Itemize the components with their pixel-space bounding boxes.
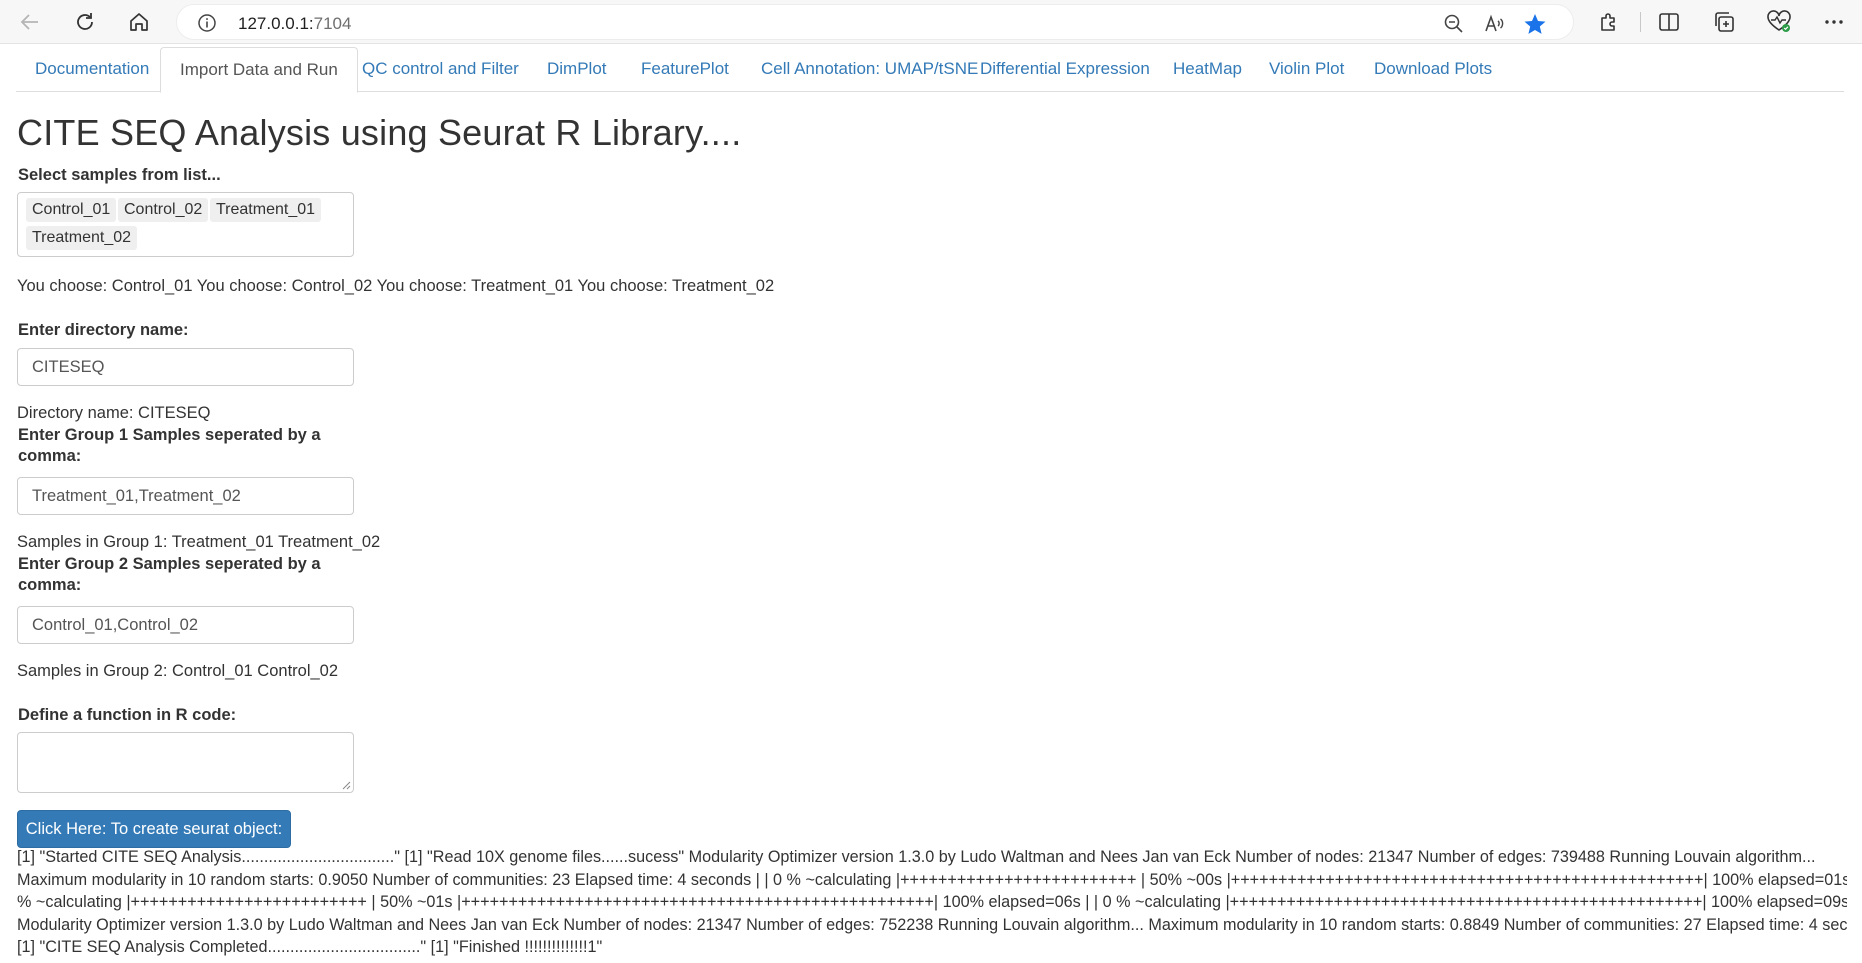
split-screen-icon bbox=[1659, 13, 1679, 31]
group2-label: Enter Group 2 Samples seperated by a com… bbox=[18, 554, 321, 596]
home-icon bbox=[130, 13, 148, 31]
group1-label: Enter Group 1 Samples seperated by a com… bbox=[18, 425, 321, 467]
browser-health-button[interactable] bbox=[1766, 9, 1792, 35]
address-bar[interactable]: 127.0.0.1:7104 bbox=[176, 4, 1574, 40]
group1-summary: Samples in Group 1: Treatment_01 Treatme… bbox=[17, 533, 381, 551]
tab-violin-plot[interactable]: Violin Plot bbox=[1250, 47, 1363, 92]
tab-featureplot[interactable]: FeaturePlot bbox=[622, 47, 748, 92]
log-line: [1] "Started CITE SEQ Analysis..........… bbox=[17, 848, 1816, 866]
tab-qc-control-and-filter[interactable]: QC control and Filter bbox=[343, 47, 538, 92]
tab-cell-annotation[interactable]: Cell Annotation: UMAP/tSNE bbox=[742, 47, 997, 92]
browser-health-icon bbox=[1767, 10, 1791, 32]
directory-summary: Directory name: CITESEQ bbox=[17, 404, 211, 422]
group1-input[interactable] bbox=[17, 477, 354, 515]
sample-chip[interactable]: Treatment_02 bbox=[26, 226, 138, 250]
rcode-textarea[interactable] bbox=[17, 732, 354, 793]
info-icon[interactable] bbox=[197, 13, 217, 33]
group1-label-line1: Enter Group 1 Samples seperated by a bbox=[18, 426, 321, 444]
split-screen-button[interactable] bbox=[1656, 9, 1682, 35]
read-aloud-icon bbox=[1485, 14, 1504, 32]
navigation-tabs: Documentation Import Data and Run QC con… bbox=[16, 47, 1844, 93]
tab-dimplot[interactable]: DimPlot bbox=[528, 47, 626, 92]
group2-summary: Samples in Group 2: Control_01 Control_0… bbox=[17, 662, 339, 680]
zoom-out-icon bbox=[1444, 14, 1463, 33]
group1-label-line2: comma: bbox=[18, 447, 82, 465]
address-url[interactable]: 127.0.0.1:7104 bbox=[238, 14, 351, 34]
tab-differential-expression[interactable]: Differential Expression bbox=[961, 47, 1169, 92]
arrow-left-icon bbox=[20, 14, 38, 30]
sample-chip[interactable]: Treatment_01 bbox=[210, 198, 322, 222]
samples-summary: You choose: Control_01 You choose: Contr… bbox=[17, 277, 775, 295]
puzzle-icon bbox=[1601, 13, 1615, 31]
read-aloud-button[interactable] bbox=[1482, 12, 1506, 36]
log-line: % ~calculating |++++++++++++++++++++++++… bbox=[17, 893, 1847, 911]
home-button[interactable] bbox=[124, 7, 154, 37]
create-seurat-object-button[interactable]: Click Here: To create seurat object: bbox=[17, 810, 291, 848]
tab-documentation[interactable]: Documentation bbox=[16, 47, 168, 92]
analysis-log-output: [1] "Started CITE SEQ Analysis..........… bbox=[17, 846, 1847, 959]
directory-input[interactable] bbox=[17, 348, 354, 386]
resize-grip-icon[interactable] bbox=[341, 780, 351, 790]
zoom-button[interactable] bbox=[1442, 12, 1466, 36]
samples-label: Select samples from list... bbox=[18, 166, 221, 184]
sample-chip[interactable]: Control_01 bbox=[26, 198, 117, 222]
url-host: 127.0.0.1: bbox=[238, 14, 314, 33]
group2-label-line1: Enter Group 2 Samples seperated by a bbox=[18, 555, 321, 573]
collections-button[interactable] bbox=[1711, 9, 1737, 35]
back-button[interactable] bbox=[15, 7, 45, 37]
url-port: 7104 bbox=[313, 14, 352, 33]
directory-label: Enter directory name: bbox=[18, 321, 189, 339]
group2-label-line2: comma: bbox=[18, 576, 82, 594]
rcode-label: Define a function in R code: bbox=[18, 706, 237, 724]
browser-toolbar: 127.0.0.1:7104 bbox=[0, 0, 1862, 44]
collections-icon bbox=[1715, 12, 1734, 32]
more-button[interactable] bbox=[1821, 9, 1847, 35]
star-icon bbox=[1524, 14, 1546, 34]
reload-icon bbox=[77, 13, 93, 30]
tab-download-plots[interactable]: Download Plots bbox=[1355, 47, 1511, 92]
log-line: Maximum modularity in 10 random starts: … bbox=[17, 870, 1847, 889]
sample-chip[interactable]: Control_02 bbox=[118, 198, 209, 222]
reload-button[interactable] bbox=[70, 7, 100, 37]
extensions-button[interactable] bbox=[1596, 9, 1622, 35]
log-line: Modularity Optimizer version 1.3.0 by Lu… bbox=[17, 915, 1847, 934]
toolbar-separator bbox=[1640, 12, 1641, 32]
favorite-button[interactable] bbox=[1523, 12, 1547, 36]
more-icon bbox=[1825, 20, 1843, 24]
samples-multiselect[interactable]: Control_01 Control_02 Treatment_01 Treat… bbox=[17, 192, 354, 257]
page-title: CITE SEQ Analysis using Seurat R Library… bbox=[17, 112, 742, 153]
group2-input[interactable] bbox=[17, 606, 354, 644]
tab-heatmap[interactable]: HeatMap bbox=[1154, 47, 1261, 92]
log-line: [1] "CITE SEQ Analysis Completed........… bbox=[17, 938, 603, 956]
tab-import-data-and-run[interactable]: Import Data and Run bbox=[160, 47, 358, 93]
